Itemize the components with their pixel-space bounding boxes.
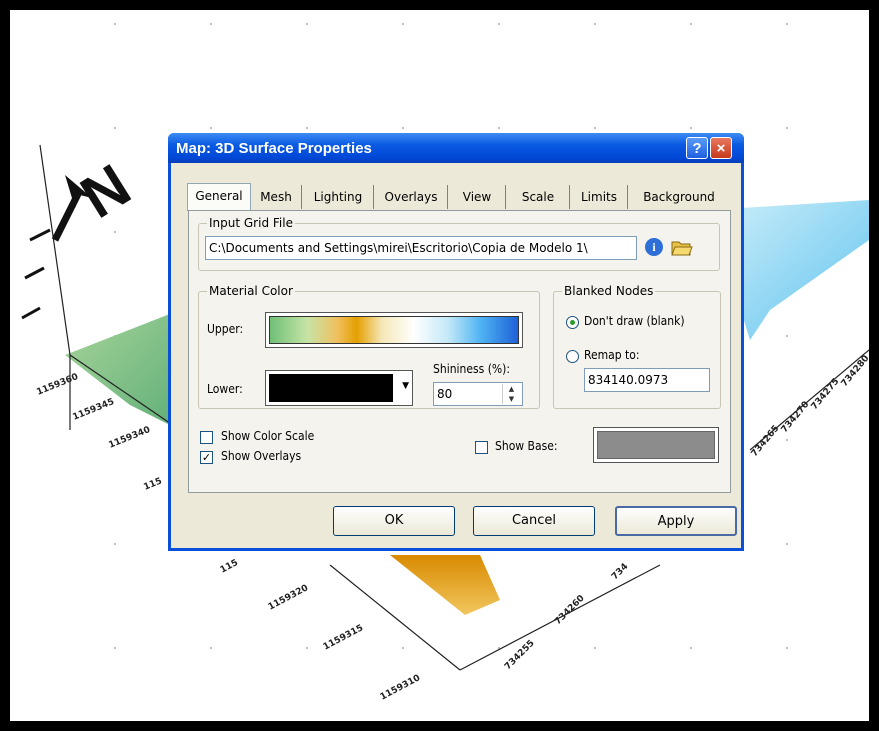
- tick-front-y-2: 1159315: [322, 623, 365, 652]
- close-button[interactable]: ×: [710, 137, 732, 159]
- general-tab-panel: Input Grid File C:\Documents and Setting…: [188, 210, 731, 493]
- show-overlays-checkbox[interactable]: ✓: [200, 451, 213, 464]
- show-color-scale-label[interactable]: Show Color Scale: [221, 429, 314, 443]
- blanked-nodes-legend: Blanked Nodes: [562, 284, 656, 298]
- show-base-checkbox[interactable]: [475, 441, 488, 454]
- base-color-button[interactable]: [593, 427, 719, 463]
- remap-label[interactable]: Remap to:: [584, 348, 640, 362]
- tick-right-1: 734270: [780, 400, 812, 435]
- upper-label: Upper:: [207, 322, 244, 336]
- blanked-nodes-group: Blanked Nodes Don't draw (blank) Remap t…: [553, 284, 721, 409]
- tick-right-2: 734275: [810, 377, 842, 412]
- north-label: N: [69, 151, 141, 231]
- shininess-spinner[interactable]: 80 ▲ ▼: [433, 382, 523, 406]
- close-icon: ×: [716, 140, 726, 157]
- tick-front-x-2: 734: [610, 562, 630, 582]
- spinner-arrows-icon[interactable]: ▲ ▼: [502, 384, 520, 404]
- dialog-title: Map: 3D Surface Properties: [176, 140, 372, 157]
- show-base-label[interactable]: Show Base:: [495, 439, 558, 453]
- ok-button[interactable]: OK: [333, 506, 455, 536]
- help-icon: ?: [692, 140, 702, 157]
- tick-left-0: 1159360: [35, 372, 79, 398]
- tab-limits[interactable]: Limits: [571, 185, 628, 209]
- screenshot-frame: 1159360 1159345 1159340 115 115 1159320 …: [0, 0, 879, 731]
- lower-color-swatch: [269, 374, 393, 402]
- base-color-swatch: [597, 431, 715, 459]
- dialog-title-bar[interactable]: Map: 3D Surface Properties ? ×: [168, 133, 744, 163]
- shininess-label: Shininess (%):: [433, 362, 511, 376]
- tab-overlays[interactable]: Overlays: [375, 185, 448, 209]
- tick-front-y-3: 1159310: [379, 673, 422, 702]
- dont-draw-label[interactable]: Don't draw (blank): [584, 314, 685, 328]
- input-grid-path-field[interactable]: C:\Documents and Settings\mirei\Escritor…: [205, 236, 637, 260]
- info-icon[interactable]: i: [645, 238, 663, 256]
- open-folder-icon[interactable]: [671, 237, 693, 257]
- input-grid-group: Input Grid File C:\Documents and Setting…: [198, 216, 720, 271]
- material-color-legend: Material Color: [207, 284, 295, 298]
- help-button[interactable]: ?: [686, 137, 708, 159]
- tab-general[interactable]: General: [187, 183, 251, 211]
- dont-draw-radio[interactable]: [566, 316, 579, 329]
- tick-front-x-0: 734255: [503, 638, 537, 672]
- material-color-group: Material Color Upper: Lower: ▼ Shininess…: [198, 284, 540, 409]
- surface-properties-dialog: Map: 3D Surface Properties ? × General M…: [168, 133, 744, 551]
- lower-color-dropdown[interactable]: ▼: [265, 370, 413, 406]
- tick-left-2: 1159340: [107, 425, 151, 451]
- lower-label: Lower:: [207, 382, 243, 396]
- chevron-down-icon: ▼: [402, 381, 409, 391]
- tick-right-0: 734265: [750, 424, 782, 459]
- remap-radio[interactable]: [566, 350, 579, 363]
- tab-mesh[interactable]: Mesh: [251, 185, 302, 209]
- tick-front-y-0: 115: [219, 558, 240, 576]
- tick-front-y-1: 1159320: [267, 583, 310, 612]
- show-color-scale-checkbox[interactable]: [200, 431, 213, 444]
- input-grid-legend: Input Grid File: [207, 216, 295, 230]
- north-arrow-icon: N: [21, 151, 142, 320]
- cancel-button[interactable]: Cancel: [473, 506, 595, 536]
- tick-left-3: 115: [142, 476, 163, 492]
- tab-scale[interactable]: Scale: [507, 185, 570, 209]
- tab-background[interactable]: Background: [629, 185, 729, 209]
- upper-color-ramp[interactable]: [265, 312, 523, 348]
- shininess-value: 80: [437, 387, 453, 401]
- tick-left-1: 1159345: [71, 397, 115, 423]
- tick-front-x-1: 734260: [553, 593, 587, 627]
- show-overlays-label[interactable]: Show Overlays: [221, 449, 301, 463]
- tab-lighting[interactable]: Lighting: [303, 185, 374, 209]
- remap-value-field[interactable]: 834140.0973: [584, 368, 710, 392]
- tab-view[interactable]: View: [449, 185, 506, 209]
- apply-button[interactable]: Apply: [615, 506, 737, 536]
- orange-surface: [390, 555, 500, 615]
